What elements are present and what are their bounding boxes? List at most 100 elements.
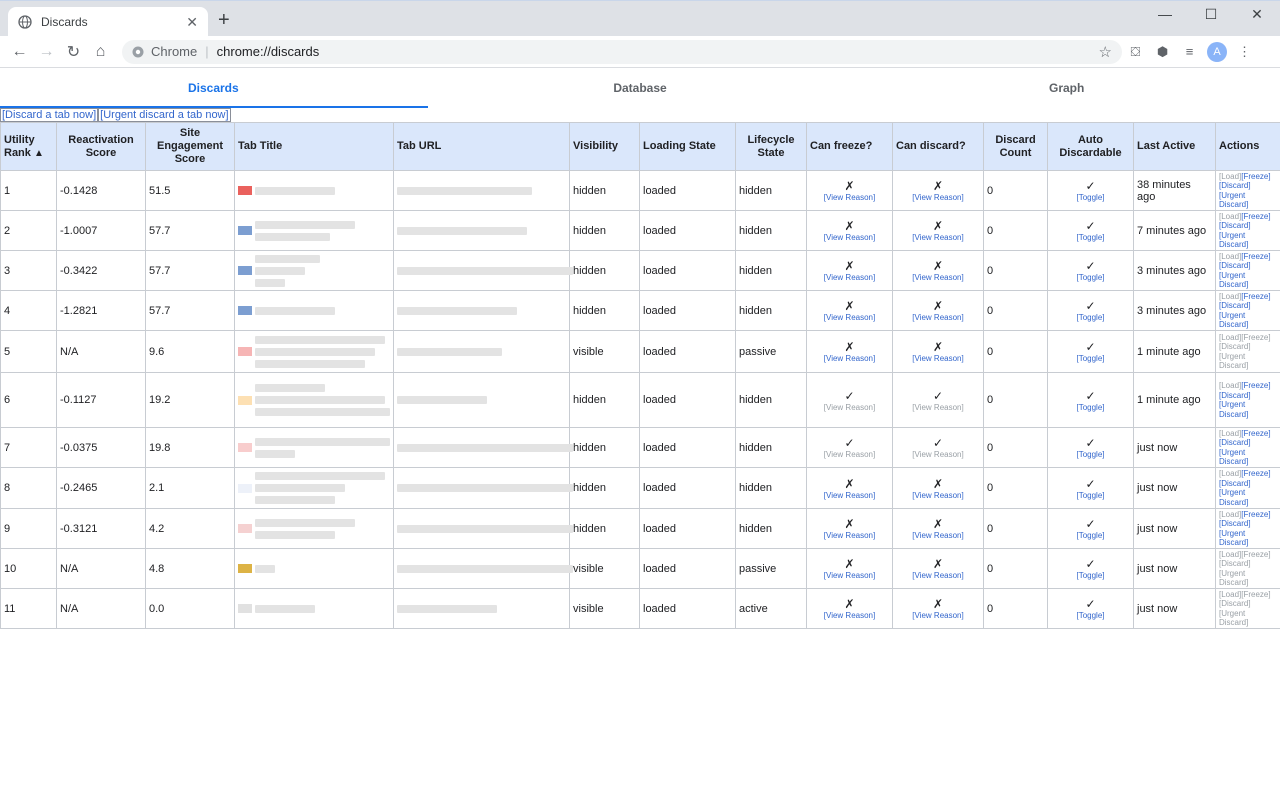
col-tab-title[interactable]: Tab Title: [234, 122, 394, 171]
toggle-auto-discardable-link[interactable]: [Toggle]: [1051, 491, 1130, 500]
col-can-discard[interactable]: Can discard?: [892, 122, 984, 171]
discard-tab-now-link[interactable]: [Discard a tab now]: [0, 108, 99, 122]
freeze-action-link[interactable]: [Freeze]: [1241, 252, 1270, 261]
cell-loading-state: loaded: [639, 210, 736, 251]
col-loading-state[interactable]: Loading State: [639, 122, 736, 171]
toggle-auto-discardable-link[interactable]: [Toggle]: [1051, 611, 1130, 620]
cell-can-freeze: ✗ [View Reason]: [806, 250, 893, 291]
discard-action-link[interactable]: [Discard]: [1219, 221, 1251, 230]
browser-tab-discards[interactable]: Discards ✕: [8, 7, 208, 37]
discard-action-link[interactable]: [Discard]: [1219, 391, 1251, 400]
view-reason-freeze-link[interactable]: [View Reason]: [810, 611, 889, 620]
view-reason-freeze-link[interactable]: [View Reason]: [810, 531, 889, 540]
freeze-action-link[interactable]: [Freeze]: [1241, 172, 1270, 181]
col-last-active[interactable]: Last Active: [1133, 122, 1216, 171]
cell-visibility: hidden: [569, 508, 640, 549]
table-row: 8 -0.2465 2.1 hidden loaded hidden ✗ [View Reas…: [0, 467, 1280, 509]
discard-action-link[interactable]: [Discard]: [1219, 301, 1251, 310]
freeze-action-link[interactable]: [Freeze]: [1241, 510, 1270, 519]
col-reactivation-score[interactable]: Reactivation Score: [56, 122, 146, 171]
view-reason-discard-link[interactable]: [View Reason]: [896, 354, 980, 363]
urgent-discard-action-link[interactable]: [Urgent Discard]: [1219, 231, 1248, 250]
view-reason-discard-link[interactable]: [View Reason]: [896, 611, 980, 620]
freeze-action-link[interactable]: [Freeze]: [1241, 292, 1270, 301]
address-bar-url[interactable]: chrome://discards: [217, 44, 1099, 59]
toggle-auto-discardable-link[interactable]: [Toggle]: [1051, 233, 1130, 242]
toggle-auto-discardable-link[interactable]: [Toggle]: [1051, 193, 1130, 202]
table-header-row: Utility Rank ▲ Reactivation Score Site E…: [0, 122, 1280, 171]
new-tab-button[interactable]: +: [218, 10, 230, 30]
toggle-auto-discardable-link[interactable]: [Toggle]: [1051, 273, 1130, 282]
discard-close-label: Discard]: [1219, 320, 1249, 329]
urgent-discard-action-link[interactable]: [Urgent Discard]: [1219, 448, 1248, 467]
col-utility-rank[interactable]: Utility Rank ▲: [0, 122, 57, 171]
home-icon[interactable]: ⌂: [87, 43, 114, 61]
urgent-discard-action-link[interactable]: [Urgent Discard]: [1219, 191, 1248, 210]
cell-last-active: just now: [1133, 588, 1216, 629]
view-reason-freeze-link[interactable]: [View Reason]: [810, 193, 889, 202]
freeze-action-link[interactable]: [Freeze]: [1241, 469, 1270, 478]
view-reason-discard-link[interactable]: [View Reason]: [896, 313, 980, 322]
toggle-auto-discardable-link[interactable]: [Toggle]: [1051, 354, 1130, 363]
discard-action-link[interactable]: [Discard]: [1219, 519, 1251, 528]
tab-database[interactable]: Database: [427, 68, 854, 108]
view-reason-freeze-link[interactable]: [View Reason]: [810, 313, 889, 322]
shield-extension-icon[interactable]: ⛋: [1122, 44, 1149, 60]
col-discard-count[interactable]: Discard Count: [983, 122, 1048, 171]
star-icon[interactable]: ☆: [1099, 43, 1112, 61]
freeze-action-link[interactable]: [Freeze]: [1241, 212, 1270, 221]
discard-action-link[interactable]: [Discard]: [1219, 261, 1251, 270]
view-reason-discard-link[interactable]: [View Reason]: [896, 233, 980, 242]
profile-avatar[interactable]: A: [1207, 41, 1227, 62]
urgent-discard-action-link[interactable]: [Urgent Discard]: [1219, 400, 1248, 419]
close-icon[interactable]: ✕: [186, 14, 198, 31]
cube-extension-icon[interactable]: ⬢: [1149, 44, 1176, 60]
col-tab-url[interactable]: Tab URL: [393, 122, 570, 171]
view-reason-discard-link[interactable]: [View Reason]: [896, 491, 980, 500]
tab-discards[interactable]: Discards: [0, 68, 427, 108]
close-window-button[interactable]: ✕: [1234, 5, 1280, 23]
tab-graph[interactable]: Graph: [853, 68, 1280, 108]
view-reason-discard-link[interactable]: [View Reason]: [896, 273, 980, 282]
discard-action-link[interactable]: [Discard]: [1219, 438, 1251, 447]
auto-discardable-check-icon: ✓: [1085, 179, 1096, 193]
urgent-discard-action-link[interactable]: [Urgent Discard]: [1219, 271, 1248, 290]
toggle-auto-discardable-link[interactable]: [Toggle]: [1051, 313, 1130, 322]
freeze-action-link[interactable]: [Freeze]: [1241, 429, 1270, 438]
toggle-auto-discardable-link[interactable]: [Toggle]: [1051, 403, 1130, 412]
menu-kebab-icon[interactable]: ⋮: [1231, 44, 1258, 60]
urgent-discard-action-link[interactable]: [Urgent Discard]: [1219, 529, 1248, 548]
cell-reactivation-score: -1.0007: [56, 210, 146, 251]
col-visibility[interactable]: Visibility: [569, 122, 640, 171]
urgent-discard-tab-now-link[interactable]: [Urgent discard a tab now]: [98, 108, 231, 122]
tab-favicon: [238, 524, 252, 533]
address-bar[interactable]: Chrome | chrome://discards ☆: [122, 39, 1122, 64]
view-reason-discard-link[interactable]: [View Reason]: [896, 531, 980, 540]
view-reason-discard-link[interactable]: [View Reason]: [896, 193, 980, 202]
col-auto-discardable[interactable]: Auto Discardable: [1047, 122, 1134, 171]
urgent-discard-action-link[interactable]: [Urgent Discard]: [1219, 488, 1248, 507]
back-arrow-icon[interactable]: ←: [6, 43, 33, 61]
view-reason-freeze-link[interactable]: [View Reason]: [810, 491, 889, 500]
col-can-freeze[interactable]: Can freeze?: [806, 122, 893, 171]
reload-icon[interactable]: ↻: [60, 42, 87, 62]
discard-action-link[interactable]: [Discard]: [1219, 479, 1251, 488]
urgent-discard-action-link[interactable]: [Urgent Discard]: [1219, 311, 1248, 330]
view-reason-freeze-link[interactable]: [View Reason]: [810, 354, 889, 363]
col-site-engagement-score[interactable]: Site Engagement Score: [145, 122, 235, 171]
toggle-auto-discardable-link[interactable]: [Toggle]: [1051, 571, 1130, 580]
cell-reactivation-score: -0.3422: [56, 250, 146, 291]
toggle-auto-discardable-link[interactable]: [Toggle]: [1051, 450, 1130, 459]
discard-action-link[interactable]: [Discard]: [1219, 181, 1251, 190]
view-reason-discard-link[interactable]: [View Reason]: [896, 571, 980, 580]
view-reason-freeze-link[interactable]: [View Reason]: [810, 571, 889, 580]
view-reason-freeze-link[interactable]: [View Reason]: [810, 273, 889, 282]
freeze-action-link[interactable]: [Freeze]: [1241, 381, 1270, 390]
minimize-button[interactable]: —: [1142, 5, 1188, 23]
view-reason-freeze-link[interactable]: [View Reason]: [810, 233, 889, 242]
maximize-button[interactable]: ☐: [1188, 5, 1234, 23]
col-lifecycle-state[interactable]: Lifecycle State: [735, 122, 807, 171]
toggle-auto-discardable-link[interactable]: [Toggle]: [1051, 531, 1130, 540]
forward-arrow-icon[interactable]: →: [33, 43, 60, 61]
reading-list-icon[interactable]: ≡: [1176, 44, 1203, 59]
